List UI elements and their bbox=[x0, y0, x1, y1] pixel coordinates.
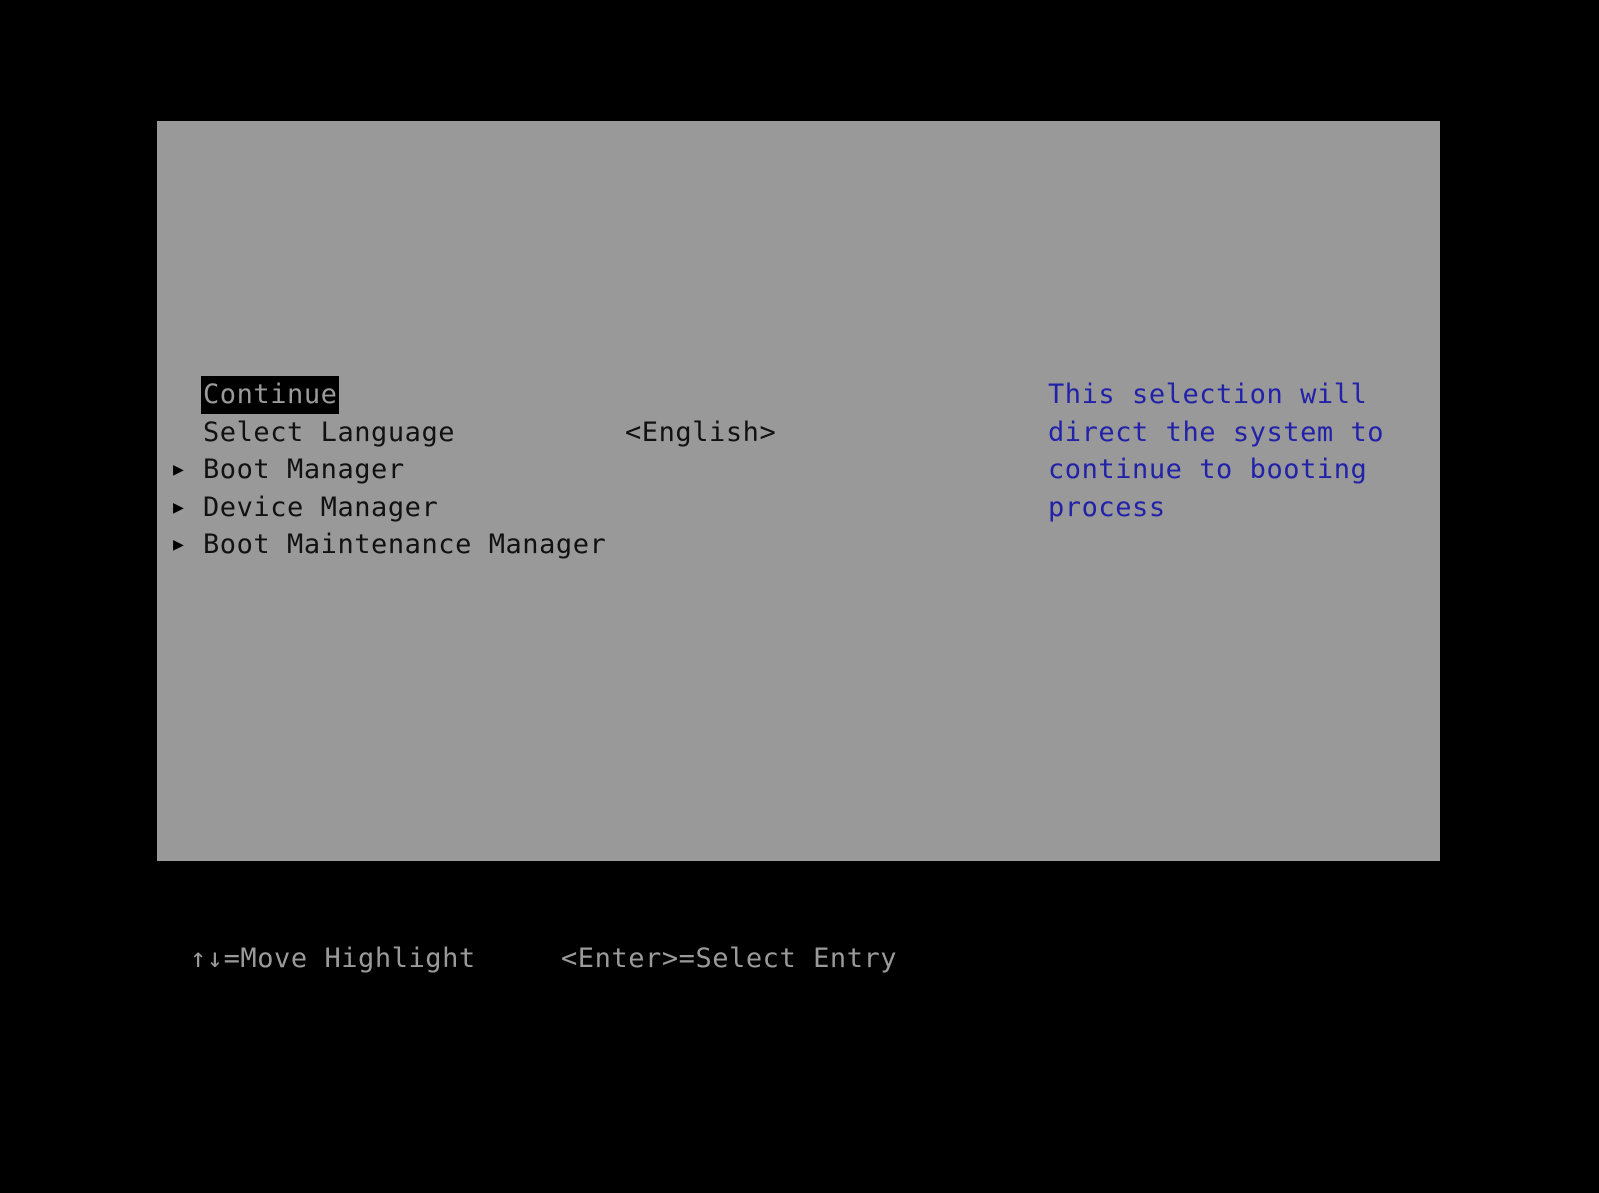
submenu-arrow-icon: ▶ bbox=[173, 459, 184, 480]
menu-item-label: Select Language bbox=[203, 416, 456, 448]
menu-item-label: Boot Manager bbox=[203, 454, 405, 485]
submenu-arrow-icon: ▶ bbox=[173, 534, 184, 555]
status-key-legend-bar: ↑↓=Move Highlight <Enter>=Select Entry bbox=[0, 938, 1599, 980]
menu-item-device-manager[interactable]: ▶ Device Manager bbox=[171, 489, 911, 527]
setup-menu-list: Continue Select Language <English> ▶ Boo… bbox=[171, 376, 911, 564]
menu-item-label: Device Manager bbox=[203, 491, 439, 523]
menu-item-boot-manager[interactable]: ▶ Boot Manager bbox=[171, 451, 911, 489]
menu-item-label: Boot Maintenance Manager bbox=[203, 529, 607, 560]
menu-item-continue[interactable]: Continue bbox=[171, 376, 911, 414]
help-text-line: process bbox=[1048, 491, 1166, 523]
language-value[interactable]: <English> bbox=[625, 414, 776, 452]
menu-item-boot-maintenance-manager[interactable]: ▶ Boot Maintenance Manager bbox=[171, 526, 911, 564]
help-text-line: This selection will bbox=[1048, 379, 1368, 410]
menu-item-select-language[interactable]: Select Language <English> bbox=[171, 414, 911, 452]
key-hint-select-entry: <Enter>=Select Entry bbox=[561, 943, 898, 974]
submenu-arrow-icon: ▶ bbox=[173, 496, 184, 518]
help-text-pane: This selection will direct the system to… bbox=[1048, 376, 1385, 526]
help-text-line: continue to booting bbox=[1048, 454, 1368, 485]
menu-item-label: Continue bbox=[201, 376, 340, 414]
setup-form-panel: Continue Select Language <English> ▶ Boo… bbox=[157, 121, 1440, 861]
key-hint-move-highlight: ↑↓=Move Highlight bbox=[190, 943, 476, 974]
help-text-line: direct the system to bbox=[1048, 416, 1385, 448]
